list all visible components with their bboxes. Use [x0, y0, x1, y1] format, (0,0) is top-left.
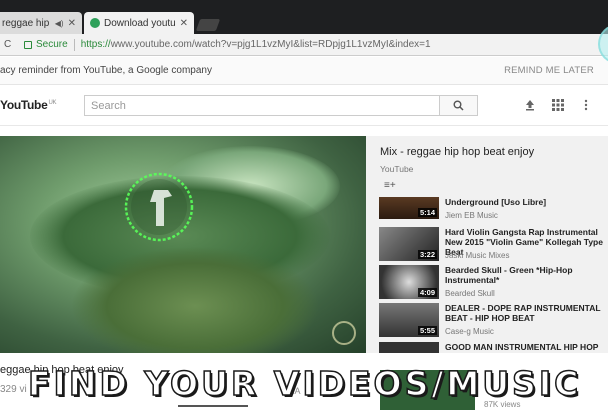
video-title: Bearded Skull - Green *Hip-Hop Instrumen… [445, 265, 573, 285]
watermark-icon [332, 321, 356, 345]
channel-name: Jaski Music Mixes [445, 251, 510, 260]
search-button[interactable] [440, 95, 478, 116]
divider [73, 38, 75, 51]
add-to-playlist-icon[interactable]: ≡+ [384, 180, 396, 191]
video-thumbnail [379, 342, 439, 353]
playlist-item[interactable]: 3:22 Hard Violin Gangsta Rap Instrumenta… [379, 227, 608, 261]
apps-grid-icon[interactable] [552, 99, 564, 111]
promo-overlay-text: FIND YOUR VIDEOS/MUSIC [27, 363, 582, 404]
duration-badge: 5:14 [417, 208, 437, 217]
duration-badge: 5:55 [417, 326, 437, 335]
video-title: GOOD MAN INSTRUMENTAL HIP HOP RAP [445, 342, 599, 353]
search-icon [453, 100, 464, 111]
duration-badge: 4:09 [417, 288, 437, 297]
video-thumbnail: 3:22 [379, 227, 439, 261]
video-thumbnail: 5:14 [379, 197, 439, 219]
view-count: 329 vi [0, 384, 27, 395]
logo-region: UK [48, 100, 57, 106]
more-options-icon[interactable] [580, 99, 592, 111]
search-input[interactable]: Search [84, 95, 440, 116]
youtube-header: YouTubeUK Search [0, 86, 608, 126]
channel-name: Jiem EB Music [445, 211, 498, 220]
video-thumbnail: 5:55 [379, 303, 439, 337]
video-title: DEALER - DOPE RAP INSTRUMENTAL BEAT - HI… [445, 303, 601, 323]
playlist-item[interactable]: GOOD MAN INSTRUMENTAL HIP HOP RAP [379, 342, 608, 353]
secure-label[interactable]: Secure [36, 39, 68, 50]
duration-badge: 3:22 [417, 250, 437, 259]
speaker-icon[interactable]: ◀) [55, 19, 64, 28]
reload-icon[interactable]: C [4, 39, 14, 50]
channel-name: Case-g Music [445, 327, 494, 336]
browser-tab-strip: reggae hip hop beat ◀) ✕ Download youtub… [0, 0, 608, 34]
playlist-item[interactable]: 5:14 Underground [Uso Libre] Jiem EB Mus… [379, 197, 608, 220]
url-scheme[interactable]: https:// [81, 39, 111, 50]
tab-title: Download youtube play [104, 17, 176, 29]
reminder-text: acy reminder from YouTube, a Google comp… [0, 65, 212, 76]
divider [178, 405, 248, 407]
logo-text: YouTube [0, 98, 48, 112]
playlist-panel: Mix - reggae hip hop beat enjoy YouTube … [366, 136, 608, 353]
channel-name: Bearded Skull [445, 289, 495, 298]
url-text[interactable]: www.youtube.com/watch?v=pjg1L1vzMyI&list… [111, 39, 431, 50]
channel-logo-icon [150, 190, 172, 226]
favicon-icon [90, 18, 100, 28]
browser-tab-download[interactable]: Download youtube play ✕ [84, 12, 194, 34]
remind-me-later-button[interactable]: REMIND ME LATER [504, 65, 594, 76]
address-bar[interactable]: C Secure https:// www.youtube.com/watch?… [0, 34, 608, 56]
video-title: Underground [Uso Libre] [445, 197, 547, 207]
lock-icon[interactable] [24, 40, 32, 49]
playlist-item[interactable]: 4:09 Bearded Skull - Green *Hip-Hop Inst… [379, 265, 608, 299]
browser-tab-active[interactable]: reggae hip hop beat ◀) ✕ [0, 12, 82, 34]
youtube-logo[interactable]: YouTubeUK [0, 98, 56, 112]
new-tab-button[interactable] [195, 19, 221, 31]
privacy-reminder-bar: acy reminder from YouTube, a Google comp… [0, 57, 608, 85]
close-icon[interactable]: ✕ [68, 18, 76, 29]
playlist-item[interactable]: 5:55 DEALER - DOPE RAP INSTRUMENTAL BEAT… [379, 303, 608, 337]
playlist-owner[interactable]: YouTube [380, 164, 413, 174]
upload-icon[interactable] [524, 99, 536, 111]
video-thumbnail: 4:09 [379, 265, 439, 299]
close-icon[interactable]: ✕ [180, 18, 188, 29]
video-player[interactable] [0, 136, 366, 353]
tab-title: reggae hip hop beat [2, 17, 52, 29]
playlist-title[interactable]: Mix - reggae hip hop beat enjoy [380, 146, 534, 158]
